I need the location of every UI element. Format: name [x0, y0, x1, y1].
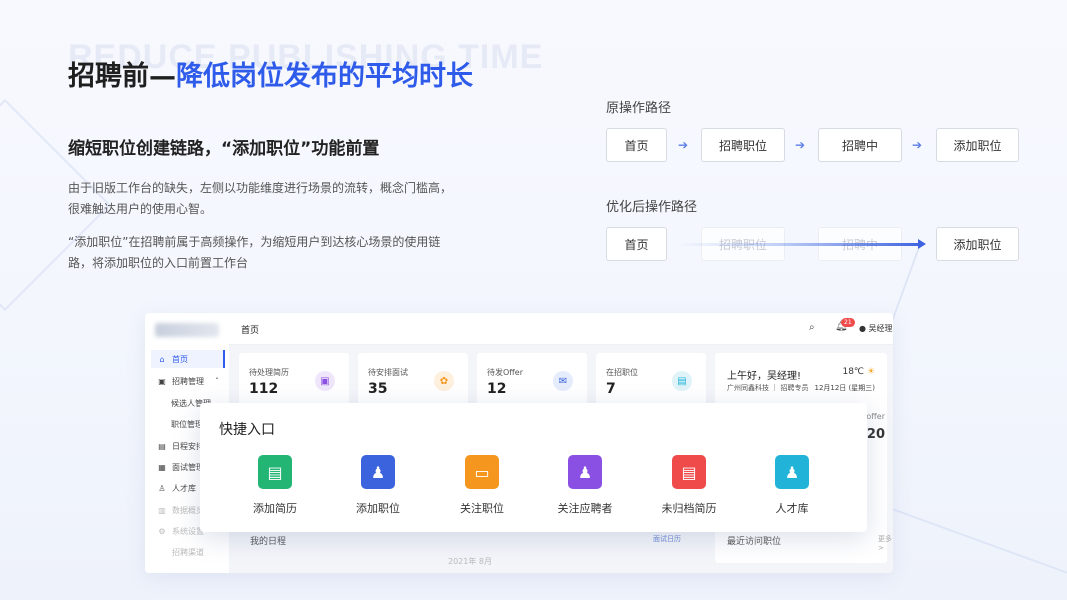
briefcase-icon: ▭ — [465, 455, 499, 489]
quick-item-label: 人才库 — [775, 502, 809, 515]
add-job-icon: ♟ — [361, 455, 395, 489]
stat-value: 112 — [249, 381, 279, 397]
home-icon: ⌂ — [159, 354, 165, 364]
sidebar-item-label: 人才库 — [172, 483, 196, 493]
optimized-path-label: 优化后操作路径 — [606, 200, 698, 215]
gear-icon: ⚙ — [158, 526, 166, 536]
arrow-icon: ➔ — [912, 138, 923, 152]
description-paragraph-1: 由于旧版工作台的缺失，左侧以功能维度进行场景的流转，概念门槛高，很难触达用户的使… — [68, 181, 453, 216]
stat-value: 35 — [368, 381, 388, 397]
stat-label: 待发Offer — [487, 368, 524, 377]
sidebar-item-channels[interactable]: 招聘渠道 — [151, 543, 225, 561]
stat-card-offers[interactable]: 待发Offer 12 ✉ — [477, 353, 587, 405]
weather: 18℃ ☀ — [842, 367, 875, 377]
greeting-text: 上午好，吴经理! — [727, 371, 802, 382]
quick-talent-pool[interactable]: ♟ 人才库 — [747, 455, 837, 516]
search-icon[interactable]: ⌕ — [809, 322, 815, 333]
optimized-step-add-job: 添加职位 — [936, 227, 1019, 261]
app-logo — [155, 323, 219, 337]
page-title: 招聘前—降低岗位发布的平均时长 — [68, 54, 473, 93]
interview-calendar-button[interactable]: 面试日历 — [653, 534, 681, 544]
stat-label: 待处理简历 — [249, 368, 289, 377]
description-paragraph-2: “添加职位”在招聘前属于高频操作，为缩短用户到达核心场景的使用链路，将添加职位的… — [68, 235, 441, 270]
quick-follow-job[interactable]: ▭ 关注职位 — [437, 455, 527, 516]
quick-add-job[interactable]: ♟ 添加职位 — [333, 455, 423, 516]
quick-add-resume[interactable]: ▤ 添加简历 — [230, 455, 320, 516]
original-path-label: 原操作路径 — [606, 101, 672, 116]
quick-entry-title: 快捷入口 — [219, 422, 275, 438]
chart-icon: ▥ — [158, 505, 166, 515]
stat-card-resumes[interactable]: 待处理简历 112 ▣ — [239, 353, 349, 405]
original-step-recruiting: 招聘中 — [818, 128, 902, 162]
quick-entry-panel: 快捷入口 ▤ 添加简历 ♟ 添加职位 ▭ 关注职位 ♟ 关注应聘者 ▤ 未归档简… — [200, 403, 867, 532]
quick-follow-applicant[interactable]: ♟ 关注应聘者 — [540, 455, 630, 516]
sidebar-item-label: 首页 — [172, 354, 188, 364]
stat-label: 在招职位 — [606, 368, 638, 377]
user-menu[interactable]: ● 吴经理 ˇ — [859, 323, 893, 334]
add-resume-icon: ▤ — [258, 455, 292, 489]
interview-icon: ▦ — [158, 462, 166, 472]
title-prefix: 招聘前— — [68, 61, 176, 92]
quick-item-label: 关注应聘者 — [557, 502, 613, 515]
sidebar-item-label: 招聘渠道 — [172, 547, 204, 557]
quick-item-label: 关注职位 — [460, 502, 504, 515]
sidebar-subitem-jobs[interactable]: 职位管理 — [171, 419, 203, 430]
recent-jobs-title: 最近访问职位 — [727, 537, 782, 547]
arrow-icon: ➔ — [795, 138, 806, 152]
briefcase-icon: ▤ — [672, 371, 692, 391]
stat-card-open-jobs[interactable]: 在招职位 7 ▤ — [596, 353, 706, 405]
quick-item-label: 添加职位 — [356, 502, 400, 515]
calendar-icon: ▤ — [158, 441, 166, 451]
stat-value: 7 — [606, 381, 616, 397]
shortcut-arrow-head-icon — [918, 239, 926, 249]
original-step-jobs: 招聘职位 — [701, 128, 785, 162]
stat-card-interviews[interactable]: 待安排面试 35 ✿ — [358, 353, 468, 405]
chevron-up-icon: ˆ — [215, 376, 219, 386]
stat-value: 12 — [487, 381, 507, 397]
user-icon: ♙ — [158, 483, 166, 493]
sidebar-item-recruitment[interactable]: ▣ 招聘管理 ˆ — [151, 372, 225, 390]
app-topbar: 首页 ⌕ 🔔︎ 21 ● 吴经理 ˇ — [229, 313, 893, 345]
sidebar-item-label: 招聘管理 — [172, 376, 204, 386]
title-highlight: 降低岗位发布的平均时长 — [176, 61, 473, 92]
company-role: 广州同鑫科技 ｜ 招聘专员 — [727, 384, 809, 392]
app-page-title: 首页 — [241, 326, 260, 336]
mail-icon: ✉ — [553, 371, 573, 391]
original-step-add-job: 添加职位 — [936, 128, 1019, 162]
unarchived-resume-icon: ▤ — [672, 455, 706, 489]
interview-icon: ✿ — [434, 371, 454, 391]
section-subtitle: 缩短职位创建链路，“添加职位”功能前置 — [68, 139, 380, 159]
avatar: ● — [859, 324, 866, 333]
offer-value: 20 — [866, 427, 885, 442]
briefcase-icon: ▣ — [158, 376, 166, 386]
quick-item-label: 未归档简历 — [661, 502, 717, 515]
calendar-month: 2021年 8月 — [448, 557, 492, 566]
date: 12月12日 (星期三) — [814, 384, 875, 392]
quick-item-label: 添加简历 — [253, 502, 297, 515]
notification-badge: 21 — [841, 318, 855, 327]
sun-icon: ☀ — [866, 367, 875, 377]
resume-icon: ▣ — [315, 371, 335, 391]
sidebar-item-home[interactable]: ⌂ 首页 — [151, 350, 225, 368]
schedule-title: 我的日程 — [250, 537, 287, 547]
stat-label: 待安排面试 — [368, 368, 408, 377]
shortcut-arrow — [678, 243, 922, 246]
more-link[interactable]: 更多 > — [878, 534, 893, 552]
follow-applicant-icon: ♟ — [568, 455, 602, 489]
quick-unarchived-resume[interactable]: ▤ 未归档简历 — [644, 455, 734, 516]
temperature: 18℃ — [842, 367, 865, 377]
original-step-home: 首页 — [606, 128, 667, 162]
optimized-step-home: 首页 — [606, 227, 667, 261]
arrow-icon: ➔ — [678, 138, 689, 152]
user-name: 吴经理 — [868, 324, 893, 333]
talent-pool-icon: ♟ — [775, 455, 809, 489]
